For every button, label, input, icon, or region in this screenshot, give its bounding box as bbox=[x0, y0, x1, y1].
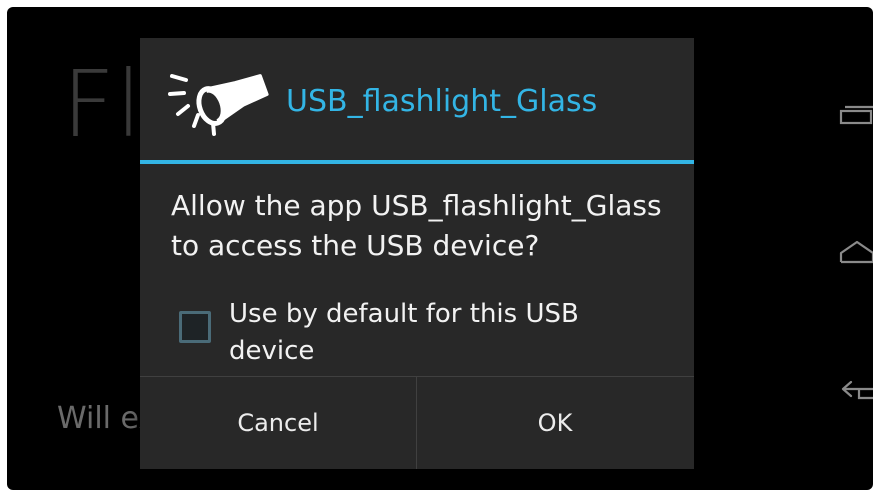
dialog-message-container: Allow the app USB_flashlight_Glass to ac… bbox=[171, 186, 681, 282]
ok-button[interactable]: OK bbox=[417, 377, 693, 469]
back-icon[interactable] bbox=[839, 374, 873, 404]
recent-apps-icon[interactable] bbox=[839, 102, 873, 132]
dialog-header: USB_flashlight_Glass bbox=[140, 38, 694, 160]
usb-permission-dialog: USB_flashlight_Glass Allow the app USB_f… bbox=[140, 38, 694, 469]
title-divider bbox=[140, 160, 694, 164]
home-icon[interactable] bbox=[839, 238, 873, 268]
device-screen: Fla Will ex USB_flashlight_Glass Allow t… bbox=[7, 7, 873, 490]
flashlight-icon bbox=[168, 60, 270, 140]
dialog-title: USB_flashlight_Glass bbox=[286, 84, 598, 119]
dialog-message: Allow the app USB_flashlight_Glass to ac… bbox=[171, 189, 662, 262]
use-by-default-label[interactable]: Use by default for this USB device bbox=[229, 296, 659, 370]
use-by-default-checkbox[interactable] bbox=[179, 311, 211, 343]
cancel-button[interactable]: Cancel bbox=[140, 377, 416, 469]
